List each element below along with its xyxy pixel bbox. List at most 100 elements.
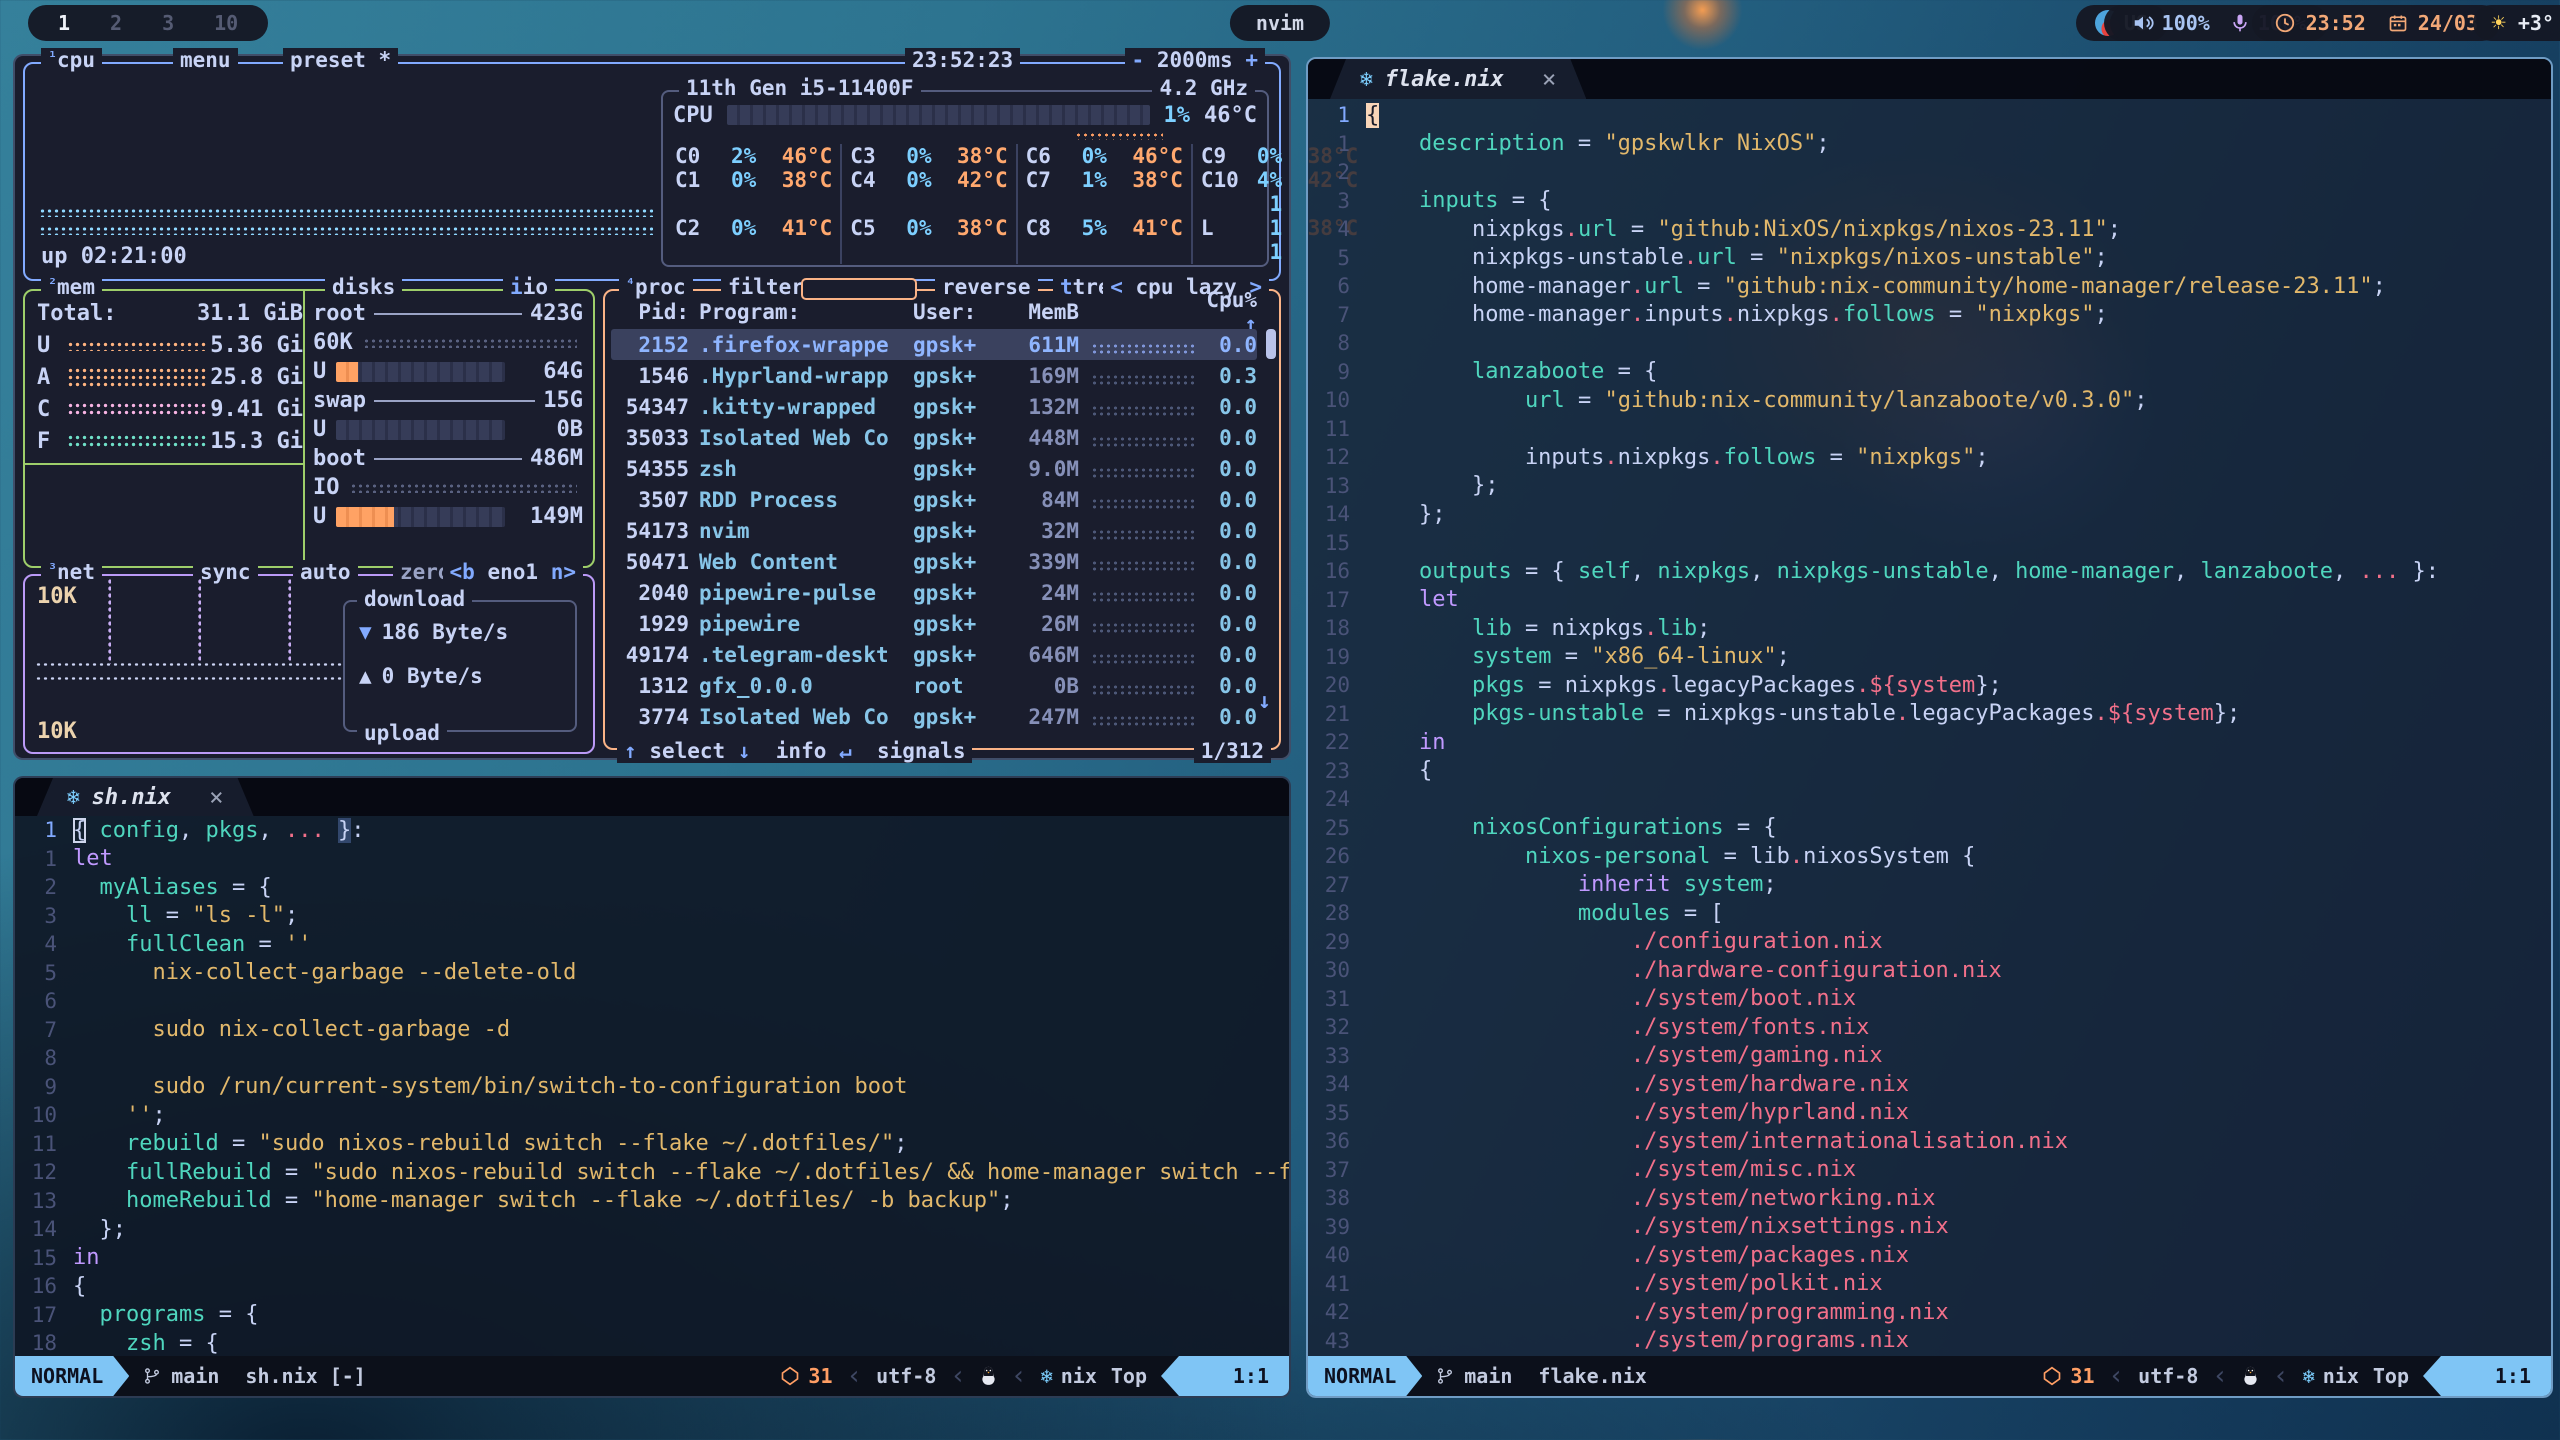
net-interface-selector[interactable]: <b eno1 n> — [443, 560, 583, 584]
proc-box-title[interactable]: ⁴proc — [619, 275, 693, 299]
editor-line[interactable]: 11 rebuild = "sudo nixos-rebuild switch … — [15, 1130, 1289, 1159]
proc-row[interactable]: 2040pipewire-pulsegpsk+24M0.0 — [611, 577, 1257, 608]
editor-line[interactable]: 15in — [15, 1244, 1289, 1273]
tab-close-icon[interactable]: × — [1542, 65, 1556, 93]
proc-filter-button[interactable]: filter — [721, 275, 811, 299]
editor-line[interactable]: 4 fullClean = '' — [15, 930, 1289, 959]
editor-line[interactable]: 5 nixpkgs-unstable.url = "nixpkgs/nixos-… — [1308, 244, 2551, 273]
editor-line[interactable]: 16 outputs = { self, nixpkgs, nixpkgs-un… — [1308, 557, 2551, 586]
editor-line[interactable]: 18 zsh = { — [15, 1329, 1289, 1356]
editor-line[interactable]: 1{ — [1308, 101, 2551, 130]
editor-line[interactable]: 9 lanzaboote = { — [1308, 358, 2551, 387]
proc-row[interactable]: 2152.firefox-wrappegpsk+611M0.0 — [611, 329, 1257, 360]
proc-row[interactable]: 54347.kitty-wrappedgpsk+132M0.0 — [611, 391, 1257, 422]
net-auto-button[interactable]: auto — [293, 560, 358, 584]
weather-pill[interactable]: ☀ +3° — [2473, 5, 2560, 41]
proc-row[interactable]: 1929pipewiregpsk+26M0.0 — [611, 608, 1257, 639]
clock-pill[interactable]: 23:52 24/03 — [2252, 5, 2500, 41]
editor-line[interactable]: 27 inherit system; — [1308, 871, 2551, 900]
editor-line[interactable]: 37 ./system/misc.nix — [1308, 1156, 2551, 1185]
proc-scrollbar-thumb[interactable] — [1266, 329, 1276, 359]
proc-row[interactable]: 1546.Hyprland-wrappgpsk+169M0.3 — [611, 360, 1257, 391]
editor-line[interactable]: 2 — [1308, 158, 2551, 187]
editor-line[interactable]: 14 }; — [1308, 500, 2551, 529]
editor-line[interactable]: 5 nix-collect-garbage --delete-old — [15, 959, 1289, 988]
editor-line[interactable]: 23 { — [1308, 757, 2551, 786]
workspace-10[interactable]: 10 — [214, 11, 238, 35]
editor-line[interactable]: 8 — [15, 1044, 1289, 1073]
editor-line[interactable]: 17 let — [1308, 586, 2551, 615]
editor-line[interactable]: 21 pkgs-unstable = nixpkgs-unstable.lega… — [1308, 700, 2551, 729]
editor-line[interactable]: 19 system = "x86_64-linux"; — [1308, 643, 2551, 672]
net-box-title[interactable]: ³net — [41, 560, 102, 584]
editor-line[interactable]: 40 ./system/packages.nix — [1308, 1241, 2551, 1270]
code-area[interactable]: 1{ config, pkgs, ... }:1let2 myAliases =… — [15, 816, 1289, 1356]
proc-row[interactable]: 49174.telegram-desktgpsk+646M0.0 — [611, 639, 1257, 670]
proc-row[interactable]: 3774Isolated Web Cogpsk+247M0.0 — [611, 701, 1257, 732]
editor-line[interactable]: 35 ./system/hyprland.nix — [1308, 1099, 2551, 1128]
proc-row[interactable]: 1312gfx_0.0.0root0B0.0 — [611, 670, 1257, 701]
editor-line[interactable]: 25 nixosConfigurations = { — [1308, 814, 2551, 843]
editor-line[interactable]: 38 ./system/networking.nix — [1308, 1184, 2551, 1213]
preset-button[interactable]: preset * — [283, 48, 398, 72]
proc-scroll-down-icon[interactable]: ↓ — [1258, 689, 1271, 714]
editor-line[interactable]: 1 description = "gpskwlkr NixOS"; — [1308, 130, 2551, 159]
editor-line[interactable]: 11 — [1308, 415, 2551, 444]
workspace-3[interactable]: 3 — [162, 11, 174, 35]
editor-line[interactable]: 3 ll = "ls -l"; — [15, 902, 1289, 931]
editor-line[interactable]: 32 ./system/fonts.nix — [1308, 1013, 2551, 1042]
editor-line[interactable]: 12 inputs.nixpkgs.follows = "nixpkgs"; — [1308, 443, 2551, 472]
editor-line[interactable]: 1let — [15, 845, 1289, 874]
editor-line[interactable]: 16{ — [15, 1272, 1289, 1301]
editor-line[interactable]: 43 ./system/programs.nix — [1308, 1327, 2551, 1356]
proc-row[interactable]: 54173nvimgpsk+32M0.0 — [611, 515, 1257, 546]
editor-line[interactable]: 7 sudo nix-collect-garbage -d — [15, 1016, 1289, 1045]
editor-line[interactable]: 7 home-manager.inputs.nixpkgs.follows = … — [1308, 301, 2551, 330]
editor-line[interactable]: 24 — [1308, 785, 2551, 814]
editor-line[interactable]: 4 nixpkgs.url = "github:NixOS/nixpkgs/ni… — [1308, 215, 2551, 244]
editor-line[interactable]: 2 myAliases = { — [15, 873, 1289, 902]
editor-line[interactable]: 17 programs = { — [15, 1301, 1289, 1330]
tab-sh-nix[interactable]: ❄ sh.nix × — [37, 778, 254, 816]
editor-line[interactable]: 10 url = "github:nix-community/lanzaboot… — [1308, 386, 2551, 415]
editor-line[interactable]: 12 fullRebuild = "sudo nixos-rebuild swi… — [15, 1158, 1289, 1187]
editor-line[interactable]: 28 modules = [ — [1308, 899, 2551, 928]
editor-line[interactable]: 6 — [15, 987, 1289, 1016]
editor-line[interactable]: 6 home-manager.url = "github:nix-communi… — [1308, 272, 2551, 301]
editor-line[interactable]: 3 inputs = { — [1308, 187, 2551, 216]
editor-line[interactable]: 26 nixos-personal = lib.nixosSystem { — [1308, 842, 2551, 871]
proc-row[interactable]: 3507RDD Processgpsk+84M0.0 — [611, 484, 1257, 515]
editor-line[interactable]: 33 ./system/gaming.nix — [1308, 1042, 2551, 1071]
editor-line[interactable]: 22 in — [1308, 728, 2551, 757]
editor-line[interactable]: 14 }; — [15, 1215, 1289, 1244]
editor-line[interactable]: 1{ config, pkgs, ... }: — [15, 816, 1289, 845]
proc-row[interactable]: 35033Isolated Web Cogpsk+448M0.0 — [611, 422, 1257, 453]
editor-line[interactable]: 41 ./system/polkit.nix — [1308, 1270, 2551, 1299]
editor-line[interactable]: 29 ./configuration.nix — [1308, 928, 2551, 957]
update-interval-control[interactable]: - 2000ms + — [1125, 48, 1265, 72]
net-sync-button[interactable]: sync — [193, 560, 258, 584]
editor-line[interactable]: 34 ./system/hardware.nix — [1308, 1070, 2551, 1099]
proc-footer-actions[interactable]: ↑ select ↓ info ↵ signals — [617, 739, 972, 763]
workspace-2[interactable]: 2 — [110, 11, 122, 35]
editor-line[interactable]: 31 ./system/boot.nix — [1308, 985, 2551, 1014]
editor-line[interactable]: 10 ''; — [15, 1101, 1289, 1130]
editor-line[interactable]: 36 ./system/internationalisation.nix — [1308, 1127, 2551, 1156]
tab-close-icon[interactable]: × — [209, 783, 223, 811]
proc-row[interactable]: 54355zshgpsk+9.0M0.0 — [611, 453, 1257, 484]
proc-row[interactable]: 50471Web Contentgpsk+339M0.0 — [611, 546, 1257, 577]
editor-line[interactable]: 9 sudo /run/current-system/bin/switch-to… — [15, 1073, 1289, 1102]
editor-line[interactable]: 30 ./hardware-configuration.nix — [1308, 956, 2551, 985]
tab-flake-nix[interactable]: ❄ flake.nix × — [1330, 59, 1586, 99]
editor-line[interactable]: 13 }; — [1308, 472, 2551, 501]
mem-box-title[interactable]: ²mem — [41, 275, 102, 299]
editor-line[interactable]: 18 lib = nixpkgs.lib; — [1308, 614, 2551, 643]
proc-reverse-button[interactable]: reverse — [935, 275, 1038, 299]
editor-line[interactable]: 39 ./system/nixsettings.nix — [1308, 1213, 2551, 1242]
editor-line[interactable]: 42 ./system/programming.nix — [1308, 1298, 2551, 1327]
editor-line[interactable]: 13 homeRebuild = "home-manager switch --… — [15, 1187, 1289, 1216]
code-area[interactable]: 1{1 description = "gpskwlkr NixOS";23 in… — [1308, 101, 2551, 1356]
cpu-box-title[interactable]: ¹cpu — [41, 48, 102, 72]
menu-button[interactable]: menu — [173, 48, 238, 72]
workspace-1[interactable]: 1 — [58, 11, 70, 35]
